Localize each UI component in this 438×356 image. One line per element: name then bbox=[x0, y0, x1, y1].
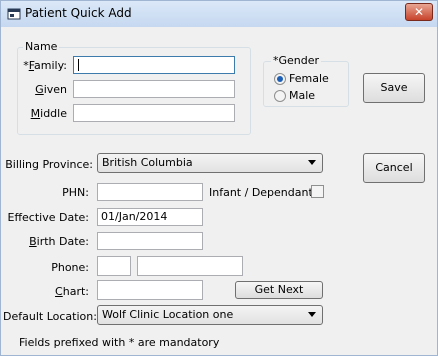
phone-label: Phone: bbox=[51, 261, 89, 274]
patient-quick-add-window: Patient Quick Add ✕ Name *Family: Given … bbox=[0, 0, 438, 356]
phone-number-input[interactable] bbox=[137, 256, 243, 276]
female-label[interactable]: Female bbox=[289, 72, 329, 85]
phn-label: PHN: bbox=[62, 186, 89, 199]
birth-date-label: Birth Date: bbox=[29, 235, 89, 248]
gender-group-label: *Gender bbox=[271, 54, 322, 67]
effective-date-input[interactable]: 01/Jan/2014 bbox=[97, 208, 203, 226]
given-label: Given bbox=[35, 83, 67, 96]
infant-dependant-label: Infant / Dependant bbox=[209, 186, 313, 199]
infant-dependant-checkbox[interactable] bbox=[311, 185, 324, 198]
phone-area-code-input[interactable] bbox=[97, 256, 131, 276]
title-bar[interactable]: Patient Quick Add ✕ bbox=[1, 1, 437, 27]
name-group-label: Name bbox=[23, 40, 60, 53]
family-label: *Family: bbox=[23, 59, 67, 72]
male-label[interactable]: Male bbox=[289, 89, 315, 102]
dialog-body: Name *Family: Given Middle *Gender Femal… bbox=[1, 27, 437, 355]
default-location-value: Wolf Clinic Location one bbox=[102, 308, 234, 321]
window-title: Patient Quick Add bbox=[25, 6, 132, 20]
default-location-select[interactable]: Wolf Clinic Location one bbox=[97, 305, 323, 325]
mandatory-fields-note: Fields prefixed with * are mandatory bbox=[19, 336, 220, 349]
save-button[interactable]: Save bbox=[363, 73, 425, 103]
chevron-down-icon bbox=[308, 160, 316, 165]
effective-date-label: Effective Date: bbox=[7, 211, 90, 224]
billing-province-label: Billing Province: bbox=[5, 158, 93, 171]
cancel-button[interactable]: Cancel bbox=[363, 153, 425, 183]
billing-province-select[interactable]: British Columbia bbox=[97, 153, 323, 173]
middle-label: Middle bbox=[30, 107, 67, 120]
close-window-button[interactable]: ✕ bbox=[405, 3, 433, 21]
chart-label: Chart: bbox=[55, 285, 89, 298]
billing-province-value: British Columbia bbox=[102, 156, 193, 169]
app-window-icon bbox=[7, 8, 21, 20]
text-caret bbox=[78, 59, 79, 71]
family-name-input[interactable] bbox=[73, 56, 235, 74]
phn-input[interactable] bbox=[97, 183, 203, 201]
given-name-input[interactable] bbox=[73, 80, 235, 98]
chevron-down-icon bbox=[308, 312, 316, 317]
male-radio[interactable] bbox=[274, 90, 286, 102]
close-icon: ✕ bbox=[413, 5, 425, 19]
birth-date-input[interactable] bbox=[97, 232, 203, 250]
chart-input[interactable] bbox=[97, 280, 203, 300]
get-next-button[interactable]: Get Next bbox=[235, 281, 323, 299]
female-radio[interactable] bbox=[274, 73, 286, 85]
middle-name-input[interactable] bbox=[73, 104, 235, 122]
default-location-label: Default Location: bbox=[3, 310, 97, 323]
